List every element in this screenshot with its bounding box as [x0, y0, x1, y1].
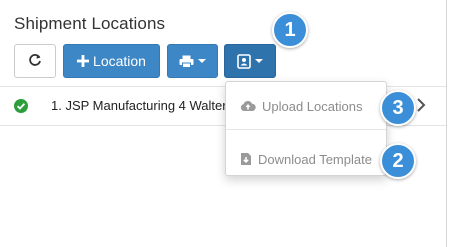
print-dropdown-button[interactable] [167, 44, 218, 78]
callout-badge-2: 2 [380, 143, 416, 179]
contact-dropdown-menu: Upload Locations Download Template [225, 81, 387, 176]
chevron-down-icon [198, 59, 206, 63]
cloud-upload-icon [240, 100, 256, 112]
callout-badge-1: 1 [272, 12, 308, 48]
contact-dropdown-button[interactable] [224, 44, 276, 78]
address-card-icon [237, 53, 251, 69]
add-location-button[interactable]: Location [63, 44, 160, 78]
upload-locations-label: Upload Locations [262, 98, 363, 114]
file-download-icon [240, 152, 252, 166]
callout-badge-3: 3 [380, 90, 416, 126]
panel-title: Shipment Locations [14, 14, 166, 33]
download-template-menu-item[interactable]: Download Template [226, 144, 386, 174]
chevron-down-icon [255, 59, 263, 63]
upload-locations-menu-item[interactable]: Upload Locations [226, 91, 386, 121]
download-template-label: Download Template [258, 151, 372, 167]
check-circle-icon [14, 99, 28, 113]
add-location-label: Location [93, 53, 146, 69]
location-name: 1. JSP Manufacturing 4 Walter [51, 98, 227, 113]
refresh-icon [28, 53, 42, 70]
printer-icon [179, 55, 194, 68]
chevron-right-icon[interactable] [416, 95, 426, 120]
menu-divider [226, 129, 386, 130]
refresh-button[interactable] [14, 44, 56, 78]
plus-icon [77, 55, 90, 67]
